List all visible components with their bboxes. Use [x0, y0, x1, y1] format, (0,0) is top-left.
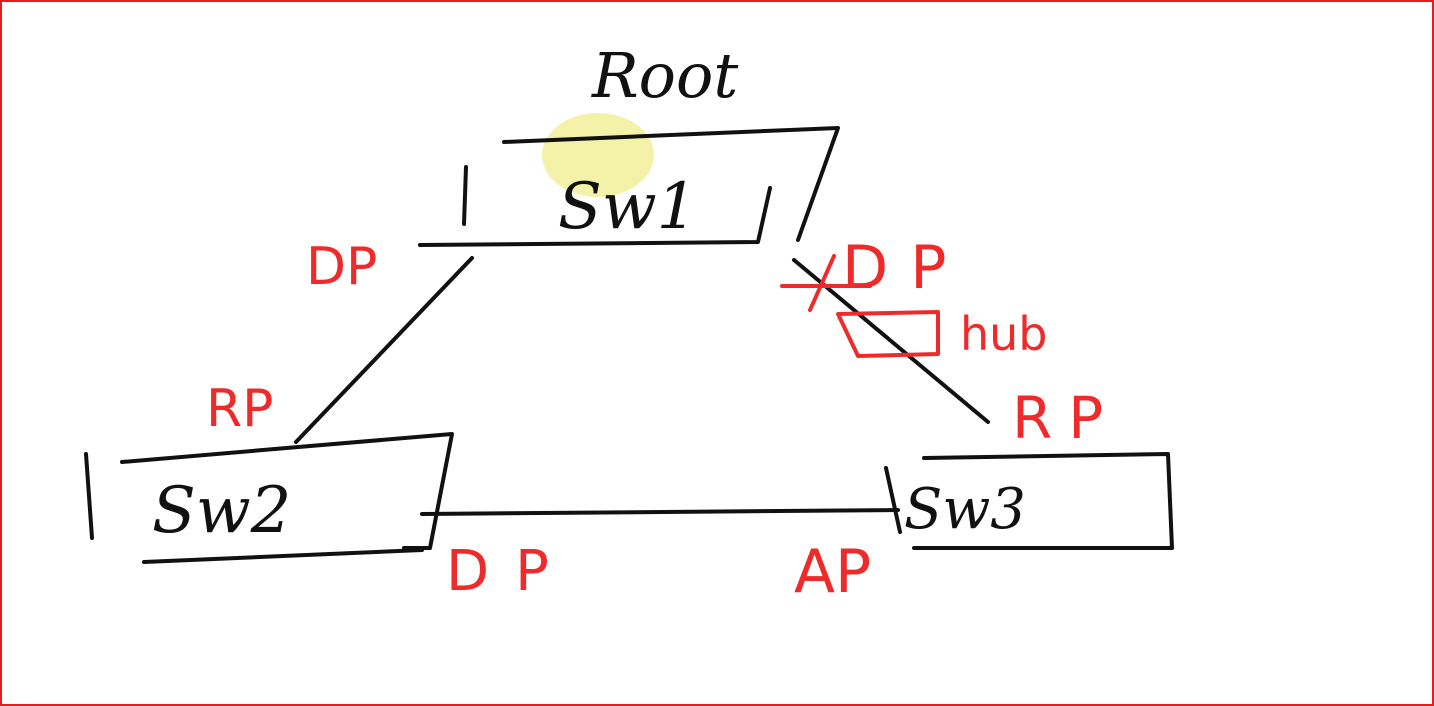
port-label-sw1-right: DP	[842, 233, 968, 303]
switch-sw2: Sw2	[84, 432, 454, 564]
switch-sw3-label: Sw3	[904, 477, 1026, 542]
hub-label: hub	[960, 307, 1048, 361]
diagram-canvas: Root Sw1 Sw2 Sw3 hub DP DP RP DP RP AP	[0, 0, 1434, 706]
port-label-sw2-top: RP	[206, 379, 274, 439]
switch-sw2-label: Sw2	[152, 474, 291, 548]
root-label: Root	[591, 39, 738, 112]
port-label-sw3-top: RP	[1012, 384, 1119, 452]
port-label-sw2-right: DP	[446, 539, 575, 604]
stp-topology-diagram: Root Sw1 Sw2 Sw3 hub DP DP RP DP RP AP	[84, 39, 1174, 607]
link-sw2-sw3	[420, 508, 900, 516]
hub-shape	[836, 310, 940, 358]
switch-sw1-label: Sw1	[558, 170, 697, 244]
port-label-sw3-left: AP	[794, 537, 871, 607]
switch-sw3: Sw3	[884, 452, 1174, 550]
port-label-sw1-left: DP	[306, 237, 377, 297]
